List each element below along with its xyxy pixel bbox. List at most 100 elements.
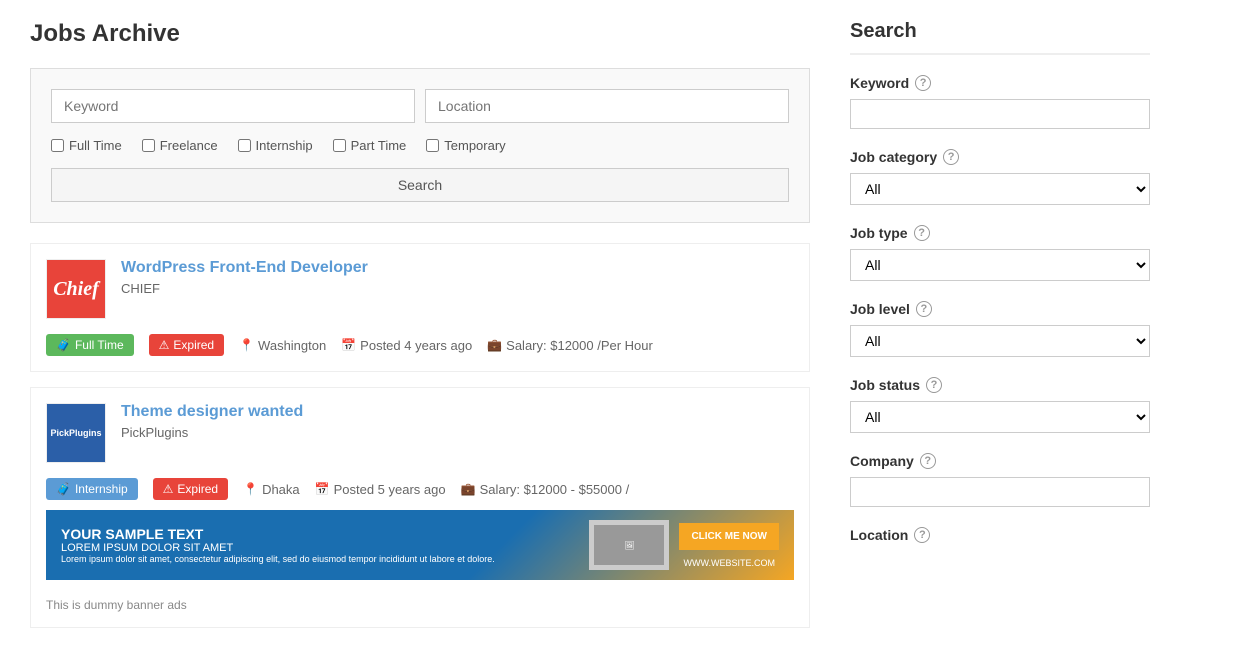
job-header-2: PickPlugins Theme designer wanted PickPl… [46,403,794,463]
salary-icon-1: 💼 [487,338,502,352]
posted-text-2: Posted 5 years ago [334,482,446,497]
company-logo-chief: Chief [46,259,106,319]
badge-expired-1: ⚠ Expired [149,334,224,356]
checkbox-temporary[interactable]: Temporary [426,138,505,153]
sidebar-keyword-input[interactable] [850,99,1150,129]
help-icon-job-status[interactable]: ? [926,377,942,393]
posted-meta-2: 📅 Posted 5 years ago [315,482,446,497]
sidebar-job-type-select[interactable]: All [850,249,1150,281]
banner-text-area: YOUR SAMPLE TEXT LOREM IPSUM DOLOR SIT A… [61,526,579,564]
sidebar: Search Keyword ? Job category ? All Job … [850,20,1150,643]
sidebar-company-input[interactable] [850,477,1150,507]
sidebar-label-job-status: Job status ? [850,377,1150,393]
expired-label-2: Expired [177,482,218,496]
banner-dummy-text: This is dummy banner ads [46,598,794,612]
banner-ad: YOUR SAMPLE TEXT LOREM IPSUM DOLOR SIT A… [46,510,794,580]
cb-temporary[interactable] [426,139,439,152]
help-icon-job-category[interactable]: ? [943,149,959,165]
internship-label: Internship [75,482,128,496]
banner-cta-button[interactable]: CLICK ME NOW [679,523,779,550]
banner-website: WWW.WEBSITE.COM [683,558,775,568]
sidebar-label-job-level: Job level ? [850,301,1150,317]
sidebar-job-level-select[interactable]: All [850,325,1150,357]
checkbox-parttime[interactable]: Part Time [333,138,407,153]
location-meta-2: 📍 Dhaka [243,482,300,497]
location-icon-2: 📍 [243,482,258,496]
sidebar-field-job-level: Job level ? All [850,301,1150,357]
cb-fulltime[interactable] [51,139,64,152]
checkbox-internship[interactable]: Internship [238,138,313,153]
sidebar-field-company: Company ? [850,453,1150,507]
image-placeholder-icon: 🖼 [624,541,634,550]
sidebar-job-status-select[interactable]: All [850,401,1150,433]
job-meta-2: 🧳 Internship ⚠ Expired 📍 Dhaka 📅 Posted … [46,478,794,500]
main-content: Jobs Archive Full Time Freelance Interns… [30,20,810,643]
calendar-icon-2: 📅 [315,482,330,496]
banner-image-placeholder: 🖼 [594,525,664,565]
salary-icon-2: 💼 [461,482,476,496]
sidebar-label-company: Company ? [850,453,1150,469]
expired-label-1: Expired [173,338,214,352]
fulltime-label: Full Time [75,338,124,352]
cb-freelance[interactable] [142,139,155,152]
help-icon-job-level[interactable]: ? [916,301,932,317]
job-title-1[interactable]: WordPress Front-End Developer [121,259,794,277]
job-card-2: PickPlugins Theme designer wanted PickPl… [30,387,810,628]
job-meta-1: 🧳 Full Time ⚠ Expired 📍 Washington 📅 Pos… [46,334,794,356]
job-header-1: Chief WordPress Front-End Developer CHIE… [46,259,794,319]
briefcase-icon-2: 🧳 [56,482,71,496]
company-name-1: CHIEF [121,281,794,296]
sidebar-job-category-select[interactable]: All [850,173,1150,205]
company-logo-pickplugins: PickPlugins [46,403,106,463]
checkbox-fulltime[interactable]: Full Time [51,138,122,153]
job-card-1: Chief WordPress Front-End Developer CHIE… [30,243,810,372]
help-icon-job-type[interactable]: ? [914,225,930,241]
job-info-2: Theme designer wanted PickPlugins [121,403,794,440]
briefcase-icon: 🧳 [56,338,71,352]
salary-text-2: Salary: $12000 - $55000 / [480,482,630,497]
cb-internship[interactable] [238,139,251,152]
location-input[interactable] [425,89,789,123]
job-info-1: WordPress Front-End Developer CHIEF [121,259,794,296]
location-text-1: Washington [258,338,326,353]
company-name-2: PickPlugins [121,425,794,440]
cb-parttime[interactable] [333,139,346,152]
help-icon-company[interactable]: ? [920,453,936,469]
sidebar-label-keyword: Keyword ? [850,75,1150,91]
location-icon-1: 📍 [239,338,254,352]
sidebar-field-keyword: Keyword ? [850,75,1150,129]
checkbox-freelance[interactable]: Freelance [142,138,218,153]
badge-internship: 🧳 Internship [46,478,138,500]
sidebar-field-job-category: Job category ? All [850,149,1150,205]
job-title-2[interactable]: Theme designer wanted [121,403,794,421]
salary-text-1: Salary: $12000 /Per Hour [506,338,653,353]
location-meta-1: 📍 Washington [239,338,326,353]
banner-title: YOUR SAMPLE TEXT [61,526,579,542]
pickplugins-logo-text: PickPlugins [50,428,101,438]
alert-icon: ⚠ [159,338,170,352]
sidebar-label-location: Location ? [850,527,1150,543]
sidebar-field-job-status: Job status ? All [850,377,1150,433]
banner-body: Lorem ipsum dolor sit amet, consectetur … [61,554,579,564]
sidebar-title: Search [850,20,1150,55]
posted-meta-1: 📅 Posted 4 years ago [341,338,472,353]
keyword-input[interactable] [51,89,415,123]
alert-icon-2: ⚠ [163,482,174,496]
sidebar-label-job-category: Job category ? [850,149,1150,165]
sidebar-field-location: Location ? [850,527,1150,543]
banner-image: 🖼 [589,520,669,570]
page-title: Jobs Archive [30,20,810,48]
job-type-checkboxes: Full Time Freelance Internship Part Time… [51,138,789,153]
chief-logo-text: Chief [53,278,99,301]
help-icon-location[interactable]: ? [914,527,930,543]
badge-fulltime: 🧳 Full Time [46,334,134,356]
search-box: Full Time Freelance Internship Part Time… [30,68,810,223]
salary-meta-1: 💼 Salary: $12000 /Per Hour [487,338,653,353]
search-button[interactable]: Search [51,168,789,202]
posted-text-1: Posted 4 years ago [360,338,472,353]
calendar-icon-1: 📅 [341,338,356,352]
help-icon-keyword[interactable]: ? [915,75,931,91]
sidebar-label-job-type: Job type ? [850,225,1150,241]
location-text-2: Dhaka [262,482,300,497]
badge-expired-2: ⚠ Expired [153,478,228,500]
